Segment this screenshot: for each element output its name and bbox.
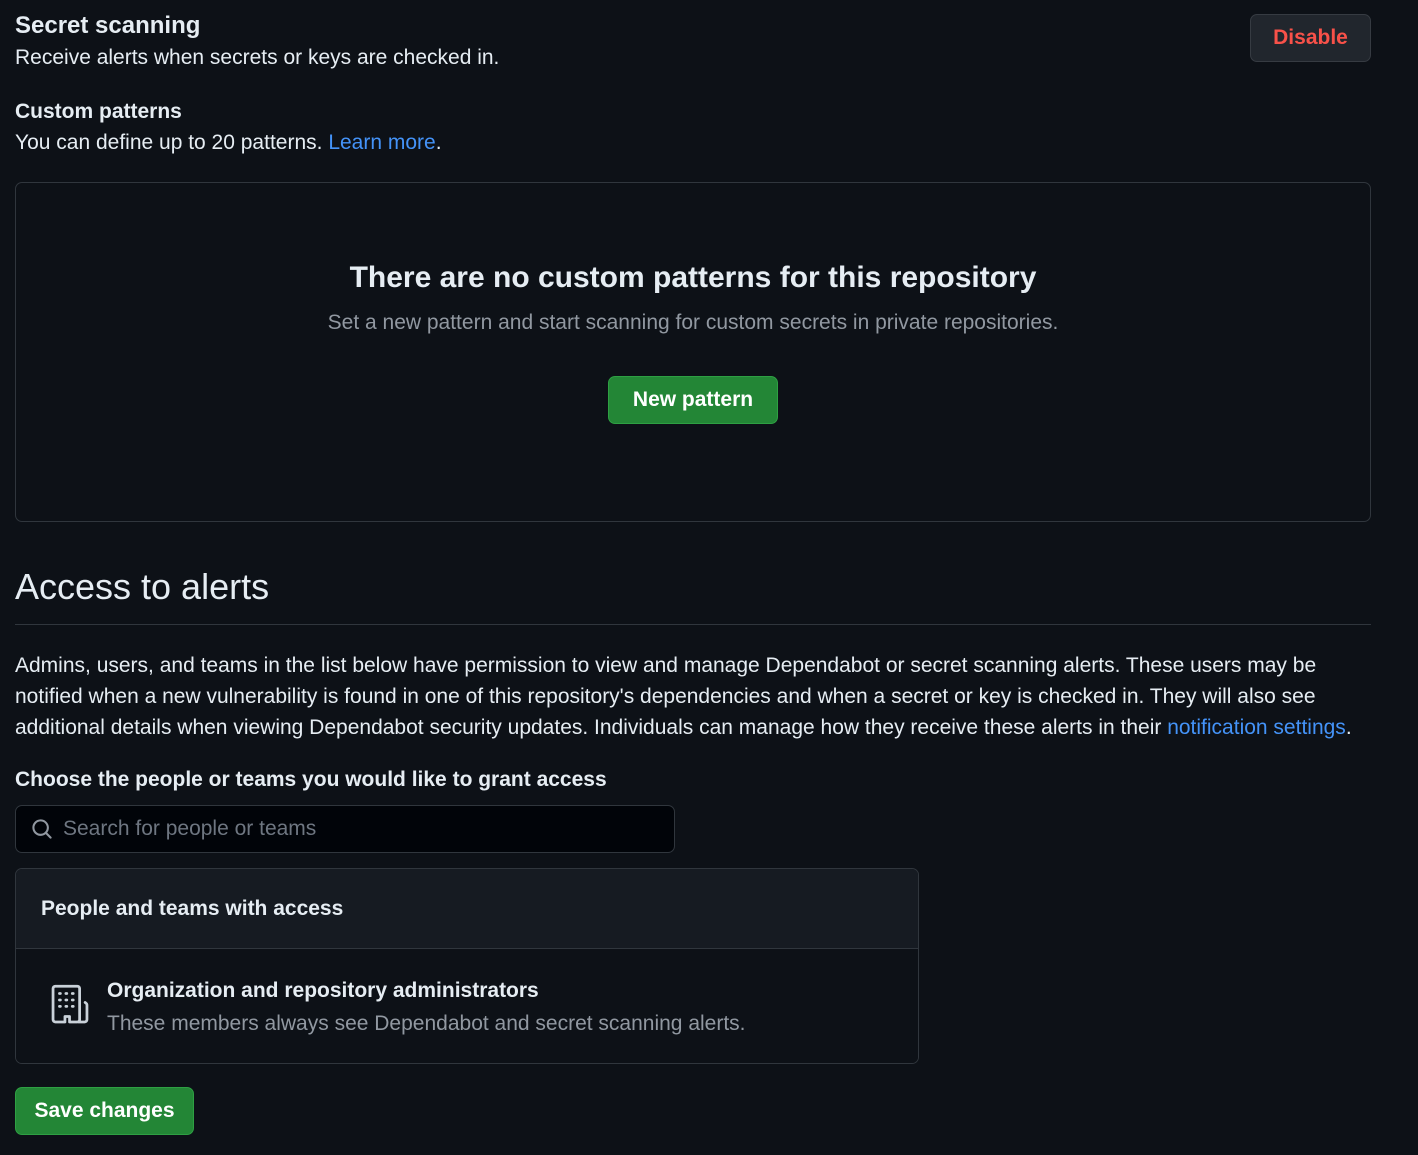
new-pattern-button[interactable]: New pattern: [608, 376, 778, 424]
custom-patterns-text: You can define up to 20 patterns.: [15, 131, 323, 154]
entry-title: Organization and repository administrato…: [107, 979, 539, 1002]
access-paragraph-text: Admins, users, and teams in the list bel…: [15, 654, 1317, 739]
search-icon: [31, 817, 55, 841]
learn-more-link[interactable]: Learn more: [328, 131, 435, 154]
access-paragraph-period: .: [1345, 716, 1352, 739]
access-heading: Access to alerts: [15, 566, 270, 607]
custom-patterns-blankslate: There are no custom patterns for this re…: [15, 182, 1371, 522]
secret-scanning-description: Receive alerts when secrets or keys are …: [15, 46, 500, 69]
settings-page: Secret scanning Receive alerts when secr…: [0, 0, 1418, 1155]
access-list: People and teams with access Organizatio…: [15, 868, 919, 1064]
access-description: Admins, users, and teams in the list bel…: [15, 650, 1371, 743]
blankslate-heading: There are no custom patterns for this re…: [349, 261, 1037, 294]
list-item: Organization and repository administrato…: [16, 949, 918, 1063]
organization-icon: [48, 983, 92, 1027]
entry-description: These members always see Dependabot and …: [107, 1012, 746, 1035]
notification-settings-link[interactable]: notification settings: [1167, 716, 1346, 739]
disable-button[interactable]: Disable: [1250, 14, 1371, 62]
access-list-header: People and teams with access: [16, 869, 918, 949]
search-field[interactable]: [15, 805, 675, 853]
secret-scanning-title: Secret scanning: [15, 12, 201, 39]
custom-patterns-period: .: [435, 131, 442, 154]
secret-scanning-row: Secret scanning Receive alerts when secr…: [15, 10, 1371, 70]
save-changes-button[interactable]: Save changes: [15, 1087, 194, 1135]
custom-patterns-title: Custom patterns: [15, 100, 182, 123]
search-input[interactable]: [63, 817, 674, 841]
custom-patterns-description: You can define up to 20 patterns. Learn …: [15, 131, 442, 155]
section-divider: [15, 624, 1371, 625]
blankslate-description: Set a new pattern and start scanning for…: [327, 311, 1059, 334]
grant-access-label: Choose the people or teams you would lik…: [15, 768, 607, 791]
